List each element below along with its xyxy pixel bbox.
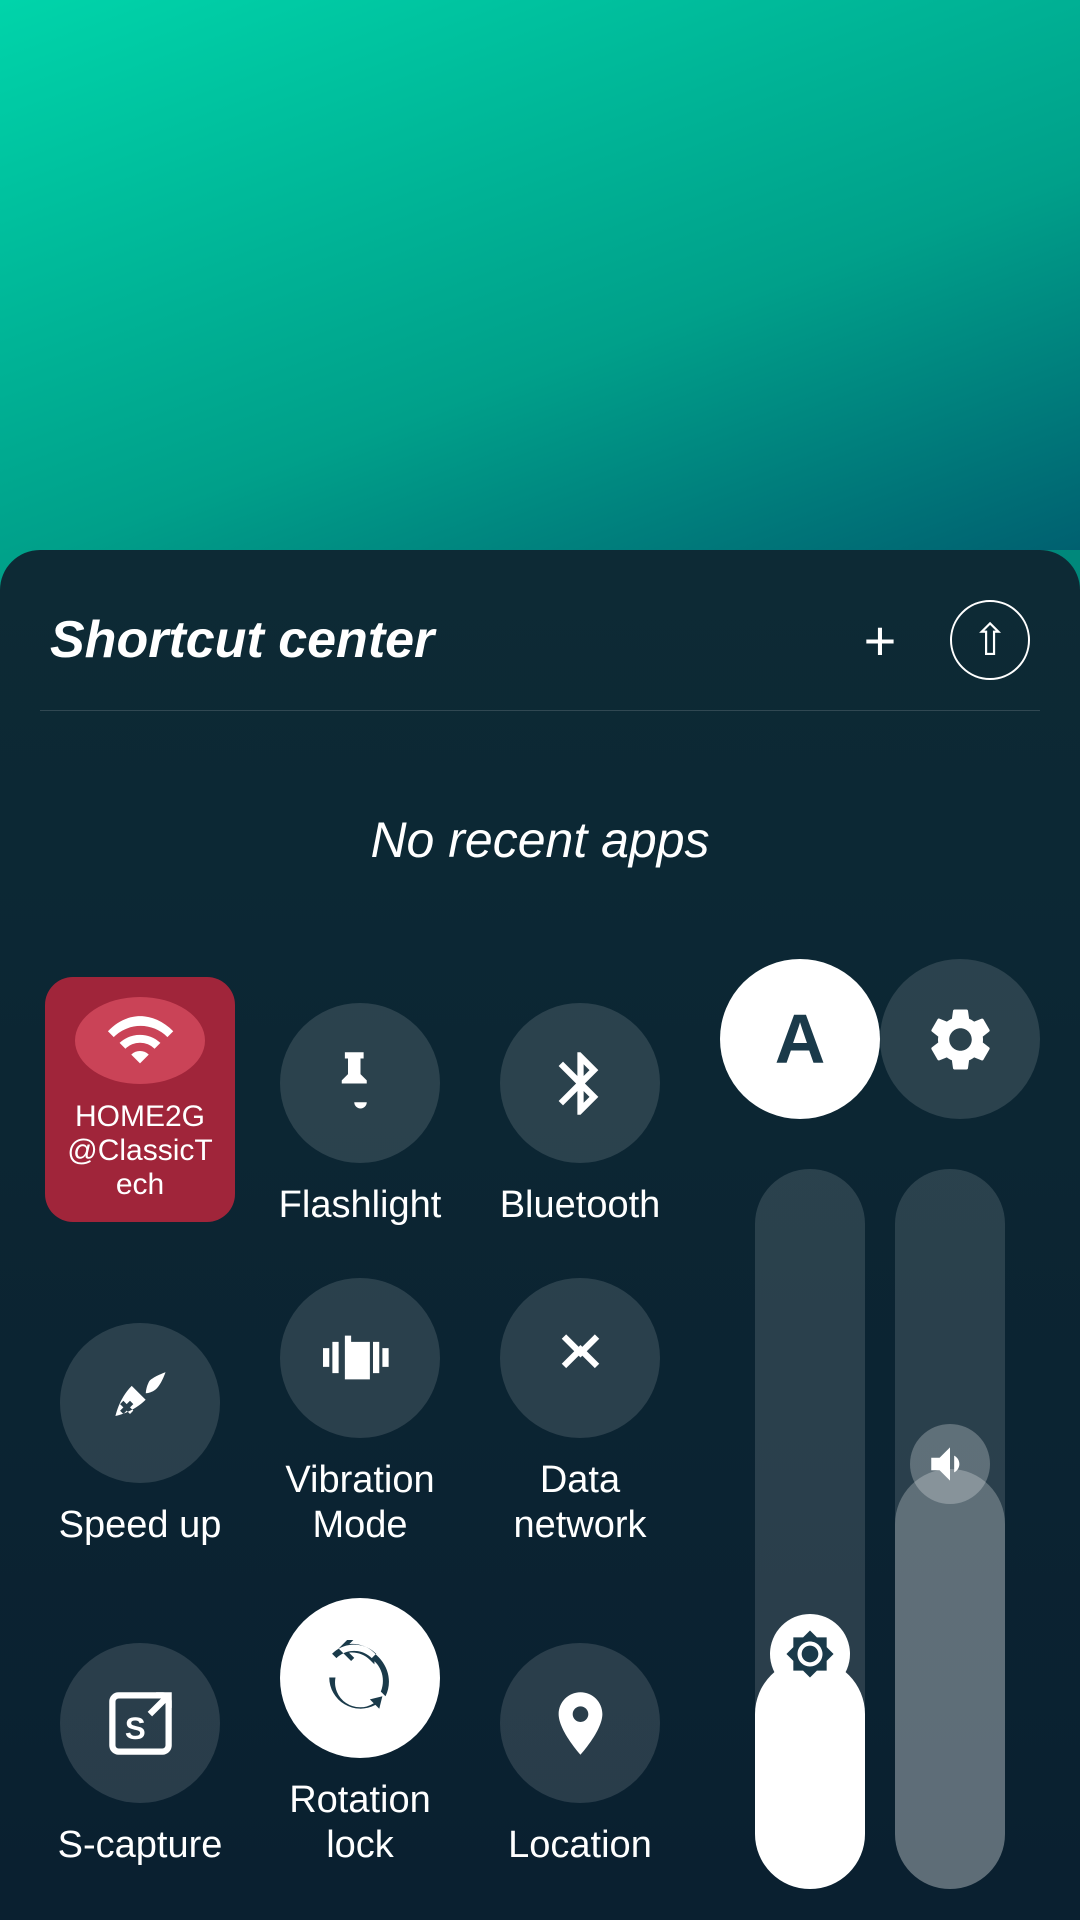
shortcut-item-bluetooth[interactable]: Bluetooth	[480, 949, 680, 1249]
wifi-card[interactable]: HOME2G@ClassicTech	[45, 977, 235, 1222]
scapture-label: S-capture	[58, 1823, 223, 1869]
flashlight-icon-wrap	[280, 1003, 440, 1163]
flashlight-label: Flashlight	[279, 1183, 442, 1229]
font-size-button[interactable]: A	[720, 959, 880, 1119]
bluetooth-label: Bluetooth	[500, 1183, 661, 1229]
panel-title: Shortcut center	[50, 610, 434, 670]
rocket-icon	[103, 1366, 178, 1441]
datanetwork-icon	[543, 1320, 618, 1395]
brightness-icon	[785, 1629, 835, 1679]
flashlight-icon	[323, 1046, 398, 1121]
vibration-label: Vibration Mode	[265, 1458, 455, 1549]
wallpaper-bg	[0, 0, 1080, 550]
shortcut-item-scapture[interactable]: S S-capture	[40, 1589, 240, 1889]
scapture-icon: S	[103, 1686, 178, 1761]
volume-slider[interactable]	[895, 1169, 1005, 1889]
header-actions: + ⇧	[840, 600, 1030, 680]
shortcut-item-location[interactable]: Location	[480, 1589, 680, 1889]
shortcuts-area: HOME2G@ClassicTech Flashlight	[40, 949, 1040, 1889]
shortcut-item-rotationlock[interactable]: Rotation lock	[260, 1589, 460, 1889]
no-recent-apps-label: No recent apps	[40, 731, 1040, 949]
vibration-icon-wrap	[280, 1278, 440, 1438]
settings-button[interactable]	[880, 959, 1040, 1119]
rotationlock-icon	[323, 1640, 398, 1715]
location-icon-wrap	[500, 1643, 660, 1803]
panel-header: Shortcut center + ⇧	[40, 550, 1040, 711]
add-shortcut-button[interactable]: +	[840, 600, 920, 680]
datanetwork-label: Data network	[485, 1458, 675, 1549]
volume-indicator	[910, 1424, 990, 1504]
collapse-panel-button[interactable]: ⇧	[950, 600, 1030, 680]
svg-text:S: S	[124, 1711, 145, 1746]
sliders-row	[755, 1169, 1005, 1889]
vibration-icon	[323, 1320, 398, 1395]
datanetwork-icon-wrap	[500, 1278, 660, 1438]
shortcut-item-wifi[interactable]: HOME2G@ClassicTech	[40, 949, 240, 1249]
shortcut-item-speedup[interactable]: Speed up	[40, 1269, 240, 1569]
sliders-area: A	[720, 949, 1040, 1889]
font-icon: A	[775, 999, 826, 1079]
gear-icon	[923, 1002, 998, 1077]
shortcut-item-vibration[interactable]: Vibration Mode	[260, 1269, 460, 1569]
shortcut-panel: Shortcut center + ⇧ No recent apps	[0, 550, 1080, 1920]
bluetooth-icon-wrap	[500, 1003, 660, 1163]
location-label: Location	[508, 1823, 652, 1869]
brightness-indicator	[770, 1614, 850, 1694]
speedup-label: Speed up	[59, 1503, 222, 1549]
location-icon	[543, 1686, 618, 1761]
speedup-icon-wrap	[60, 1323, 220, 1483]
top-icons-row: A	[720, 959, 1040, 1119]
volume-icon	[925, 1439, 975, 1489]
brightness-slider[interactable]	[755, 1169, 865, 1889]
shortcut-item-flashlight[interactable]: Flashlight	[260, 949, 460, 1249]
wifi-icon	[100, 1005, 180, 1075]
scapture-icon-wrap: S	[60, 1643, 220, 1803]
shortcut-item-datanetwork[interactable]: Data network	[480, 1269, 680, 1569]
rotationlock-label: Rotation lock	[265, 1778, 455, 1869]
rotationlock-icon-wrap	[280, 1598, 440, 1758]
shortcuts-grid: HOME2G@ClassicTech Flashlight	[40, 949, 700, 1889]
wifi-ssid-label: HOME2G@ClassicTech	[65, 1100, 215, 1202]
bluetooth-icon	[543, 1046, 618, 1121]
wifi-icon-circle	[75, 997, 205, 1084]
volume-fill	[895, 1469, 1005, 1889]
